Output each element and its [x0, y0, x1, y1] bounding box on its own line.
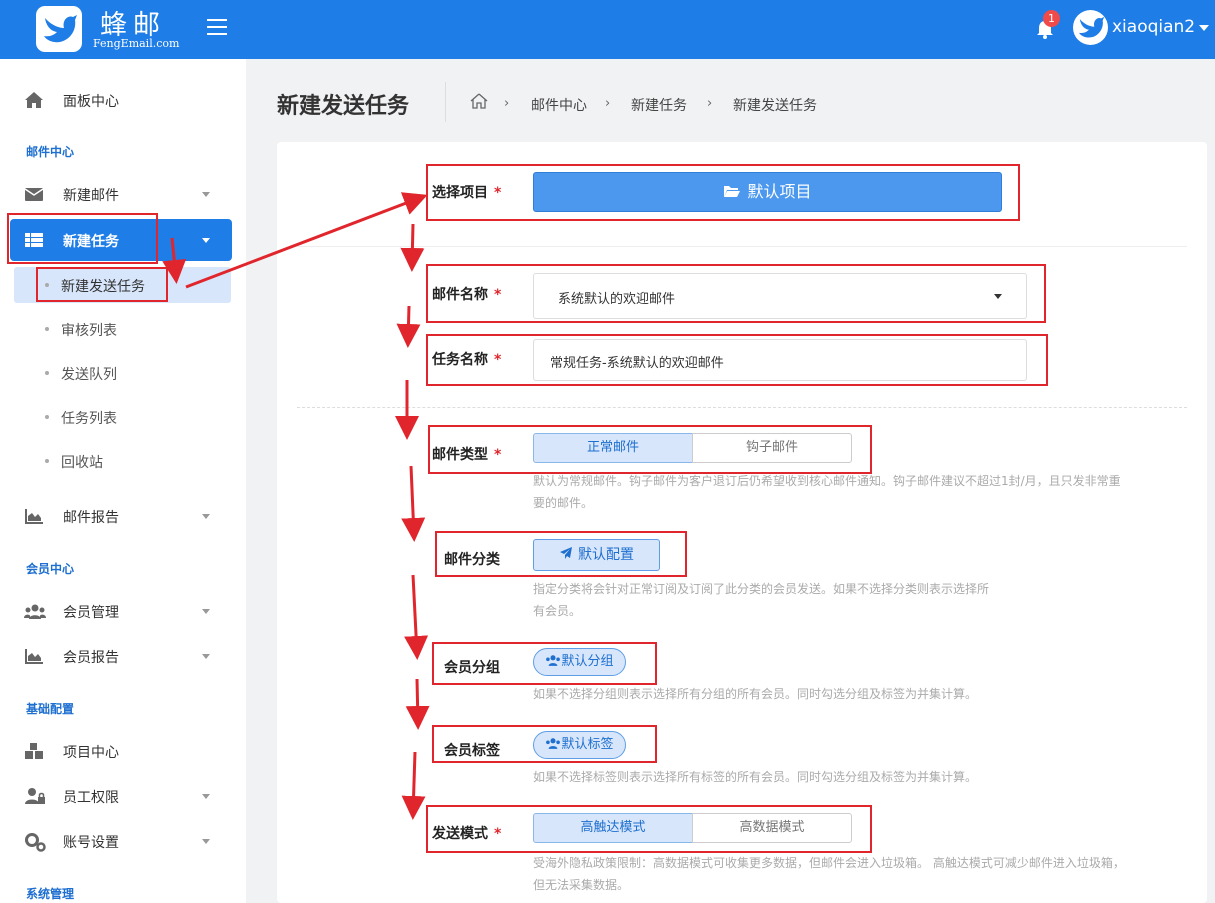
member-tag-help: 如果不选择标签则表示选择所有标签的所有会员。同时勾选分组及标签为并集计算。: [533, 770, 978, 784]
envelope-icon: [24, 185, 44, 203]
send-mode-help-line: 受海外隐私政策限制：高数据模式可收集更多数据，但邮件会进入垃圾箱。 高触达模式可…: [533, 856, 1125, 870]
sidebar-item-project-center[interactable]: 项目中心: [10, 730, 232, 772]
annotation-box: [435, 531, 687, 577]
users-icon: [24, 602, 46, 620]
area-chart-icon: [24, 647, 44, 665]
sidebar-section-member: 会员中心: [26, 562, 75, 576]
sidebar-item-label: 会员报告: [63, 650, 119, 666]
breadcrumb-item: 新建发送任务: [733, 98, 817, 114]
home-icon: [24, 91, 44, 109]
chevron-down-icon: [202, 514, 210, 519]
bullet-icon: [45, 459, 49, 463]
divider: [297, 246, 1187, 247]
mail-category-help-line: 指定分类将会针对正常订阅及订阅了此分类的会员发送。如果不选择分类则表示选择所: [533, 582, 990, 596]
sidebar-item-label: 新建邮件: [63, 188, 119, 204]
chevron-down-icon: [202, 839, 210, 844]
chevron-down-icon: [202, 238, 210, 243]
mail-type-help-line: 要的邮件。: [533, 496, 594, 510]
annotation-box: [428, 425, 872, 474]
sidebar-subitem-label: 发送队列: [61, 367, 117, 383]
breadcrumb-item[interactable]: 邮件中心: [531, 95, 587, 115]
sidebar-subitem-label: 任务列表: [61, 411, 117, 427]
annotation-box: [426, 334, 1048, 386]
annotation-box: [426, 164, 1020, 221]
menu-toggle-icon[interactable]: [207, 19, 227, 37]
notification-badge: 1: [1043, 10, 1060, 27]
sidebar-item-new-mail[interactable]: 新建邮件: [10, 173, 232, 215]
sidebar-item-label: 员工权限: [63, 790, 119, 806]
sidebar-item-label: 项目中心: [63, 745, 119, 761]
gears-icon: [24, 832, 46, 852]
sidebar-item-member-report[interactable]: 会员报告: [10, 635, 232, 677]
annotation-box: [426, 264, 1046, 323]
sidebar-section-system: 系统管理: [26, 887, 75, 901]
user-lock-icon: [24, 787, 45, 805]
breadcrumb-item[interactable]: 新建任务: [631, 95, 687, 115]
sidebar-item-dashboard[interactable]: 面板中心: [10, 79, 232, 121]
mail-category-help-line: 有会员。: [533, 604, 582, 618]
sidebar-item-mail-report[interactable]: 邮件报告: [10, 495, 232, 537]
sidebar-section-basic-config: 基础配置: [26, 702, 75, 716]
annotation-box: [36, 267, 168, 302]
area-chart-icon: [24, 507, 44, 525]
bullet-icon: [45, 415, 49, 419]
page-title: 新建发送任务: [277, 94, 410, 119]
sidebar-subitem-label: 回收站: [61, 455, 103, 471]
annotation-box: [7, 213, 158, 264]
breadcrumb-chevron-right-icon: ›: [504, 96, 510, 111]
cubes-icon: [24, 742, 44, 760]
sidebar-section-mail: 邮件中心: [26, 145, 75, 159]
sidebar-subitem-task-list[interactable]: 任务列表: [14, 399, 231, 435]
username[interactable]: xiaoqian2: [1112, 17, 1195, 37]
app-root: 蜂邮 FengEmail.com 1 xiaoqian2 面板中心 邮件中心 新…: [0, 0, 1215, 903]
annotation-box: [432, 725, 657, 763]
logo-subtitle: FengEmail.com: [93, 37, 180, 50]
logo-icon: [36, 6, 82, 52]
sidebar-item-staff-permission[interactable]: 员工权限: [10, 775, 232, 817]
divider: [297, 407, 1187, 408]
sidebar-item-label: 账号设置: [63, 835, 119, 851]
chevron-down-icon: [202, 654, 210, 659]
sidebar-item-label: 会员管理: [63, 605, 119, 621]
annotation-box: [426, 805, 872, 853]
member-group-help: 如果不选择分组则表示选择所有分组的所有会员。同时勾选分组及标签为并集计算。: [533, 687, 978, 701]
bullet-icon: [45, 371, 49, 375]
sidebar-subitem-review-list[interactable]: 审核列表: [14, 311, 231, 347]
sidebar-item-account-settings[interactable]: 账号设置: [10, 820, 232, 862]
user-menu-chevron-down-icon[interactable]: [1199, 25, 1209, 31]
breadcrumb-chevron-right-icon: ›: [707, 96, 713, 111]
avatar[interactable]: [1073, 10, 1108, 45]
breadcrumb-home-icon[interactable]: [470, 93, 488, 113]
sidebar-subitem-label: 审核列表: [61, 323, 117, 339]
chevron-down-icon: [202, 192, 210, 197]
sidebar-item-label: 邮件报告: [63, 510, 119, 526]
sidebar-subitem-recycle-bin[interactable]: 回收站: [14, 443, 231, 479]
chevron-down-icon: [202, 794, 210, 799]
send-mode-help-line: 但无法采集数据。: [533, 878, 630, 892]
chevron-down-icon: [202, 609, 210, 614]
bullet-icon: [45, 327, 49, 331]
breadcrumb-chevron-right-icon: ›: [605, 96, 611, 111]
form-card: [277, 142, 1207, 903]
sidebar-subitem-send-queue[interactable]: 发送队列: [14, 355, 231, 391]
annotation-box: [432, 642, 657, 685]
title-divider: [445, 82, 446, 122]
sidebar-item-label: 面板中心: [63, 94, 119, 110]
sidebar: 面板中心 邮件中心 新建邮件 新建任务 新建发送任务 审核列表 发送队列 任务列…: [0, 59, 246, 903]
sidebar-item-member-management[interactable]: 会员管理: [10, 590, 232, 632]
top-bar: 蜂邮 FengEmail.com 1 xiaoqian2: [0, 0, 1215, 59]
